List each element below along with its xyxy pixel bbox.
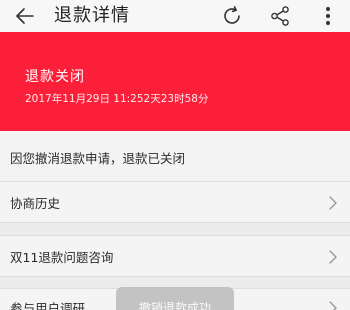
app-header: 退款详情 — [0, 0, 350, 32]
double11-consult-label: 双11退款问题咨询 — [10, 250, 114, 265]
refund-datetime: 2017年11月29日 11:252天23时58分 — [25, 93, 209, 105]
refund-notice: 因您撤消退款申请，退款已关闭 — [0, 131, 350, 182]
share-icon — [271, 6, 289, 26]
negotiation-history-row[interactable]: 协商历史 — [0, 182, 350, 223]
refund-status-banner: 退款关闭 2017年11月29日 11:252天23时58分 — [0, 32, 350, 131]
toast-message: 撤销退款成功 — [116, 287, 234, 310]
refund-status: 退款关闭 — [25, 69, 85, 85]
share-button[interactable] — [268, 4, 292, 28]
chevron-right-icon — [329, 196, 337, 210]
refresh-button[interactable] — [220, 4, 244, 28]
user-survey-label: 参与用户调研 — [10, 301, 86, 310]
negotiation-history-label: 协商历史 — [10, 196, 61, 211]
refund-notice-text: 因您撤消退款申请，退款已关闭 — [10, 151, 186, 166]
double11-consult-row[interactable]: 双11退款问题咨询 — [0, 235, 350, 277]
chevron-right-icon — [329, 250, 337, 264]
more-vertical-icon — [326, 7, 330, 25]
refresh-icon — [224, 5, 240, 24]
back-button[interactable] — [14, 5, 36, 27]
back-arrow-icon — [16, 8, 34, 24]
page-title: 退款详情 — [54, 5, 130, 26]
toast-text: 撤销退款成功 — [138, 301, 211, 310]
more-button[interactable] — [316, 4, 340, 28]
chevron-right-icon — [329, 301, 337, 310]
refund-detail-screen: 退款详情 退款关闭 2017年11月29日 11:252天23时58分 因您撤消… — [0, 0, 350, 310]
